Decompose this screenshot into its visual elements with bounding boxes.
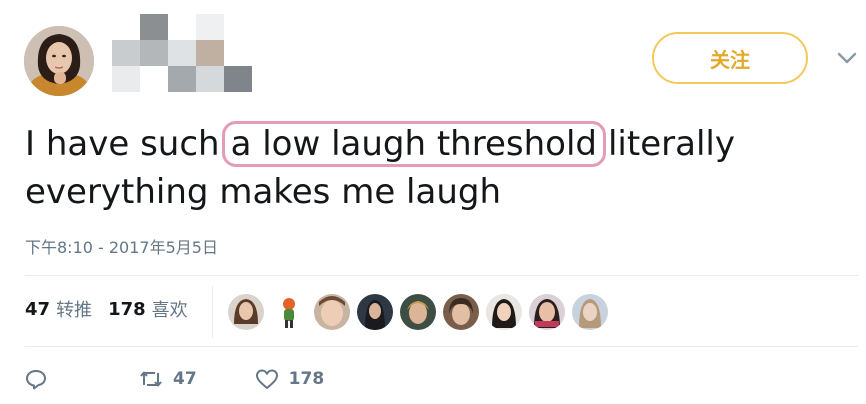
liker-avatar[interactable] bbox=[228, 294, 264, 330]
heart-icon bbox=[255, 369, 278, 389]
liker-avatar[interactable] bbox=[443, 294, 479, 330]
highlighted-phrase: a low laugh threshold bbox=[221, 121, 606, 167]
author-name-mosaic bbox=[112, 14, 252, 94]
likes-label[interactable]: 喜欢 bbox=[152, 296, 188, 322]
liker-avatars bbox=[228, 294, 615, 330]
retweet-button[interactable]: 47 bbox=[139, 368, 197, 390]
reply-button[interactable] bbox=[25, 368, 47, 390]
liker-avatar[interactable] bbox=[400, 294, 436, 330]
follow-button[interactable]: 关注 bbox=[652, 32, 808, 84]
liker-avatar[interactable] bbox=[529, 294, 565, 330]
retweet-count: 47 bbox=[173, 369, 197, 389]
tweet-card: 关注 I have such a low laugh threshold liter… bbox=[0, 0, 866, 404]
likes-count[interactable]: 178 bbox=[108, 299, 146, 320]
liker-avatar[interactable] bbox=[314, 294, 350, 330]
retweets-label[interactable]: 转推 bbox=[56, 296, 92, 322]
tweet-text-part: I have such bbox=[25, 124, 220, 164]
liker-avatar[interactable] bbox=[572, 294, 608, 330]
liker-avatar[interactable] bbox=[486, 294, 522, 330]
tweet-timestamp[interactable]: 下午8:10 - 2017年5月5日 bbox=[25, 234, 218, 258]
tweet-text: I have such a low laugh threshold literall… bbox=[25, 120, 845, 216]
divider bbox=[212, 286, 213, 338]
divider bbox=[25, 346, 858, 347]
retweet-icon bbox=[140, 371, 162, 387]
like-count: 178 bbox=[288, 369, 325, 389]
tweet-text-part: literally bbox=[607, 124, 735, 164]
engagement-stats: 47 转推 178 喜欢 bbox=[25, 296, 204, 322]
divider bbox=[25, 275, 858, 276]
liker-avatar[interactable] bbox=[271, 294, 307, 330]
author-avatar[interactable] bbox=[24, 26, 94, 96]
tweet-actions: 47 178 bbox=[25, 368, 324, 390]
tweet-text-part: everything makes me laugh bbox=[25, 172, 501, 212]
retweets-count[interactable]: 47 bbox=[25, 299, 50, 320]
reply-icon bbox=[26, 370, 46, 390]
like-button[interactable]: 178 bbox=[255, 368, 325, 390]
liker-avatar[interactable] bbox=[357, 294, 393, 330]
chevron-down-icon[interactable] bbox=[836, 50, 858, 66]
